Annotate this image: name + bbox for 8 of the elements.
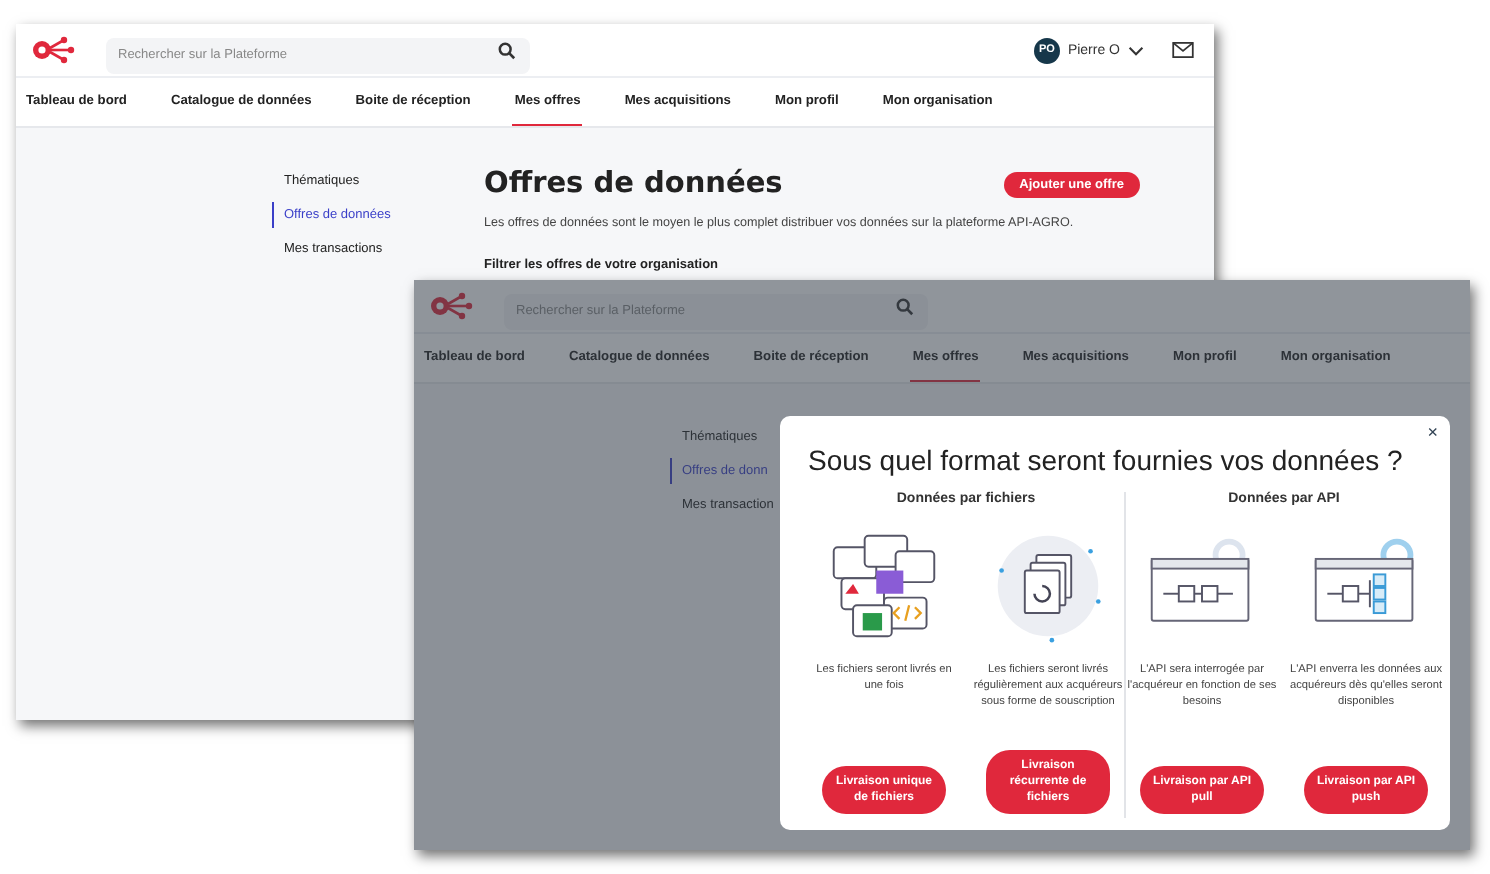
page-title: Offres de données bbox=[484, 168, 783, 200]
modal-title: Sous quel format seront fournies vos données ? bbox=[808, 444, 1405, 476]
search-icon[interactable] bbox=[498, 41, 516, 59]
chevron-down-icon[interactable] bbox=[1128, 45, 1144, 55]
logo-icon[interactable] bbox=[430, 292, 474, 320]
mail-icon[interactable] bbox=[1172, 42, 1194, 58]
close-button[interactable]: × bbox=[1427, 424, 1438, 442]
logo-icon[interactable] bbox=[32, 36, 76, 64]
